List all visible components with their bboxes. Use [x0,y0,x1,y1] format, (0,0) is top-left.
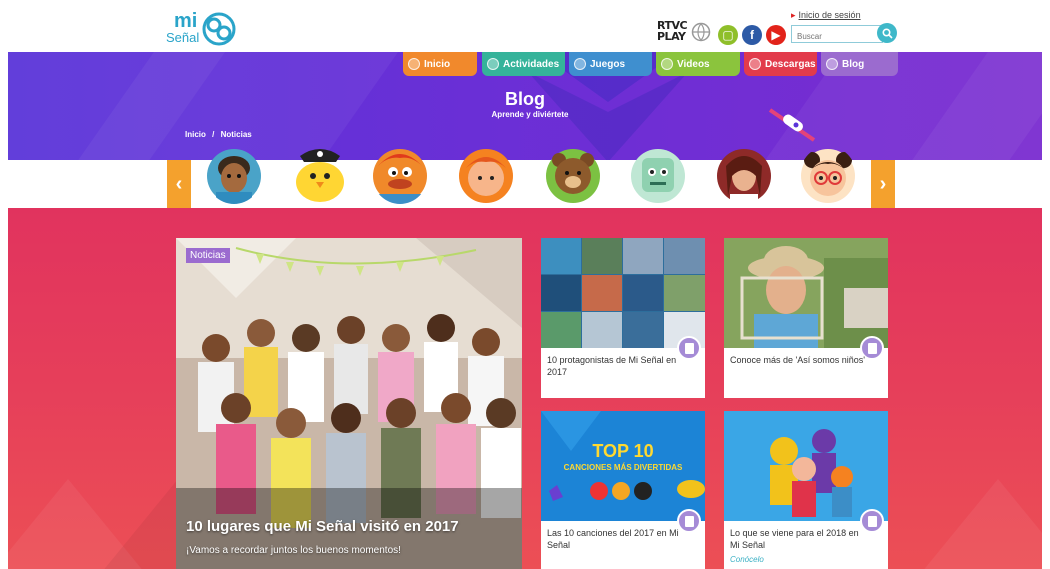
tab-descargas[interactable]: Descargas [744,52,817,76]
chevron-left-icon: ‹ [175,172,183,195]
article-card-4-caption[interactable]: Lo que se viene para el 2018 en Mi Señal [730,527,870,551]
gamepad-icon [574,58,586,70]
top10-title: TOP 10 [592,441,654,461]
character-7-illustration [717,149,771,204]
character-avatar-4[interactable] [458,146,514,204]
search-icon [881,27,893,39]
featured-article-card[interactable]: Noticias 10 lugares que Mi Señal visitó … [176,238,522,569]
character-avatar-2[interactable] [288,142,352,204]
rtvc-text: RTVC PLAY [657,20,688,43]
character-6-illustration [631,149,685,203]
photo-collage [541,238,705,348]
article-card-3-image: TOP 10 CANCIONES MÁS DIVERTIDAS [541,411,705,521]
tab-descargas-label: Descargas [765,58,816,70]
breadcrumb-separator: / [212,130,215,139]
chevron-right-icon: › [879,172,887,195]
character-avatar-1[interactable] [206,146,262,204]
character-5-illustration [546,149,600,203]
home-icon [408,58,420,70]
tab-inicio[interactable]: Inicio [403,52,477,76]
character-8-illustration [801,149,855,203]
tab-actividades[interactable]: Actividades [482,52,565,76]
character-avatar-5[interactable] [545,146,601,204]
tab-juegos[interactable]: Juegos [569,52,652,76]
rtvc-play-logo[interactable]: RTVC PLAY [657,20,713,46]
article-card-1-image [541,238,705,348]
character-1-illustration [207,149,261,204]
tab-inicio-label: Inicio [424,58,451,70]
carousel-next-button[interactable]: › [871,160,895,208]
characters-illustration [724,411,888,521]
tab-videos[interactable]: Videos [656,52,740,76]
login-link[interactable]: ▸ Inicio de sesión [791,10,861,21]
category-badge[interactable]: Noticias [186,248,230,263]
facebook-icon[interactable]: f [742,25,762,45]
article-card-4-link[interactable]: Conócelo [730,555,764,564]
character-4-illustration [459,149,513,203]
article-card-2[interactable]: Conoce más de 'Así somos niños' [724,238,888,398]
tab-videos-label: Videos [677,58,710,70]
breadcrumb-home[interactable]: Inicio [185,130,206,139]
article-card-2-caption[interactable]: Conoce más de 'Así somos niños' [730,354,870,366]
character-avatar-8[interactable] [800,146,856,204]
breadcrumb: Inicio / Noticias [185,130,252,139]
character-avatar-7[interactable] [716,146,772,204]
breadcrumb-current: Noticias [220,130,252,139]
tab-blog-label: Blog [842,58,865,70]
page-title: Blog [505,89,545,109]
activities-icon [487,58,499,70]
article-card-3-caption[interactable]: Las 10 canciones del 2017 en Mi Señal [547,527,687,551]
character-3-illustration [373,149,427,204]
rocket-icon [768,108,816,142]
globe-icon [691,22,711,42]
logo-swirl-icon [202,12,236,46]
tab-actividades-label: Actividades [503,58,560,70]
character-2-illustration [296,149,344,202]
character-avatar-6[interactable] [630,146,686,204]
blog-icon [826,58,838,70]
top10-subtitle: CANCIONES MÁS DIVERTIDAS [563,463,683,472]
article-card-4[interactable]: Lo que se viene para el 2018 en Mi Señal… [724,411,888,569]
search-input[interactable] [792,28,882,45]
search-button[interactable] [877,23,897,43]
article-card-3[interactable]: TOP 10 CANCIONES MÁS DIVERTIDAS Las 10 c… [541,411,705,569]
logo-senal-text: Señal [166,30,200,45]
youtube-icon[interactable]: ▶ [766,25,786,45]
article-card-1-caption[interactable]: 10 protagonistas de Mi Señal en 2017 [547,354,687,378]
child-photo [724,238,888,348]
login-arrow-icon: ▸ [791,10,796,20]
featured-article-title[interactable]: 10 lugares que Mi Señal visitó en 2017 [186,518,459,535]
page-subtitle: Aprende y diviértete [491,110,569,119]
featured-article-subtitle: ¡Vamos a recordar juntos los buenos mome… [186,545,401,556]
article-card-2-image [724,238,888,348]
article-card-4-image [724,411,888,521]
tab-juegos-label: Juegos [590,58,626,70]
mi-senal-logo[interactable]: mi Señal [166,10,240,48]
play-icon [661,58,673,70]
rtvc-line2: PLAY [657,30,686,43]
search-box [791,25,883,45]
download-icon [749,58,761,70]
top-header: mi Señal RTVC PLAY ▢ f ▶ ▸ Inicio de sesi… [0,0,1050,52]
tab-blog[interactable]: Blog [821,52,898,76]
carousel-prev-button[interactable]: ‹ [167,160,191,208]
tv-icon[interactable]: ▢ [718,25,738,45]
character-avatar-3[interactable] [372,146,428,204]
main-nav: Inicio Actividades Juegos Videos Descarg… [403,52,898,76]
login-label: Inicio de sesión [798,10,861,20]
article-card-1[interactable]: 10 protagonistas de Mi Señal en 2017 [541,238,705,398]
